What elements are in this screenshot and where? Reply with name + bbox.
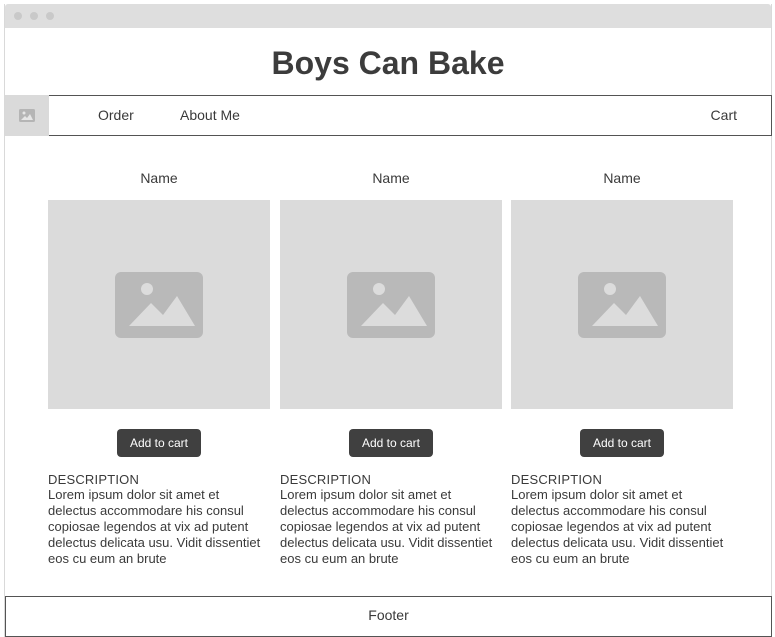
product-name: Name <box>603 170 641 186</box>
image-placeholder-icon <box>347 271 435 338</box>
nav-cart-link[interactable]: Cart <box>711 107 737 123</box>
product-card: Name Add to cart DESCRIPTION Lorem ipsum… <box>48 164 270 567</box>
image-placeholder-icon <box>578 271 666 338</box>
product-image <box>280 200 502 409</box>
product-image <box>511 200 733 409</box>
navbar: Order About Me Cart <box>5 95 772 136</box>
image-placeholder-icon <box>115 271 203 338</box>
image-icon <box>19 109 35 122</box>
nav-order-link[interactable]: Order <box>98 107 134 123</box>
product-image <box>48 200 270 409</box>
description-title: DESCRIPTION <box>511 472 603 487</box>
add-to-cart-button[interactable]: Add to cart <box>117 429 201 457</box>
description-text: Lorem ipsum dolor sit amet et delectus a… <box>280 487 493 566</box>
product-card: Name Add to cart DESCRIPTION Lorem ipsum… <box>280 164 502 567</box>
window-titlebar <box>5 4 771 28</box>
site-title: Boys Can Bake <box>271 45 505 81</box>
browser-window: Boys Can Bake Order About Me Cart Name A… <box>4 4 772 637</box>
product-name: Name <box>140 170 178 186</box>
window-dot-icon[interactable] <box>30 12 38 20</box>
description-title: DESCRIPTION <box>48 472 140 487</box>
add-to-cart-button[interactable]: Add to cart <box>580 429 664 457</box>
description-text: Lorem ipsum dolor sit amet et delectus a… <box>511 487 724 566</box>
window-dot-icon[interactable] <box>14 12 22 20</box>
window-dot-icon[interactable] <box>46 12 54 20</box>
nav-about-link[interactable]: About Me <box>180 107 240 123</box>
description-title: DESCRIPTION <box>280 472 372 487</box>
add-to-cart-button[interactable]: Add to cart <box>349 429 433 457</box>
logo[interactable] <box>5 95 49 136</box>
description-text: Lorem ipsum dolor sit amet et delectus a… <box>48 487 261 566</box>
footer: Footer <box>5 596 772 637</box>
product-name: Name <box>372 170 410 186</box>
product-card: Name Add to cart DESCRIPTION Lorem ipsum… <box>511 164 733 567</box>
